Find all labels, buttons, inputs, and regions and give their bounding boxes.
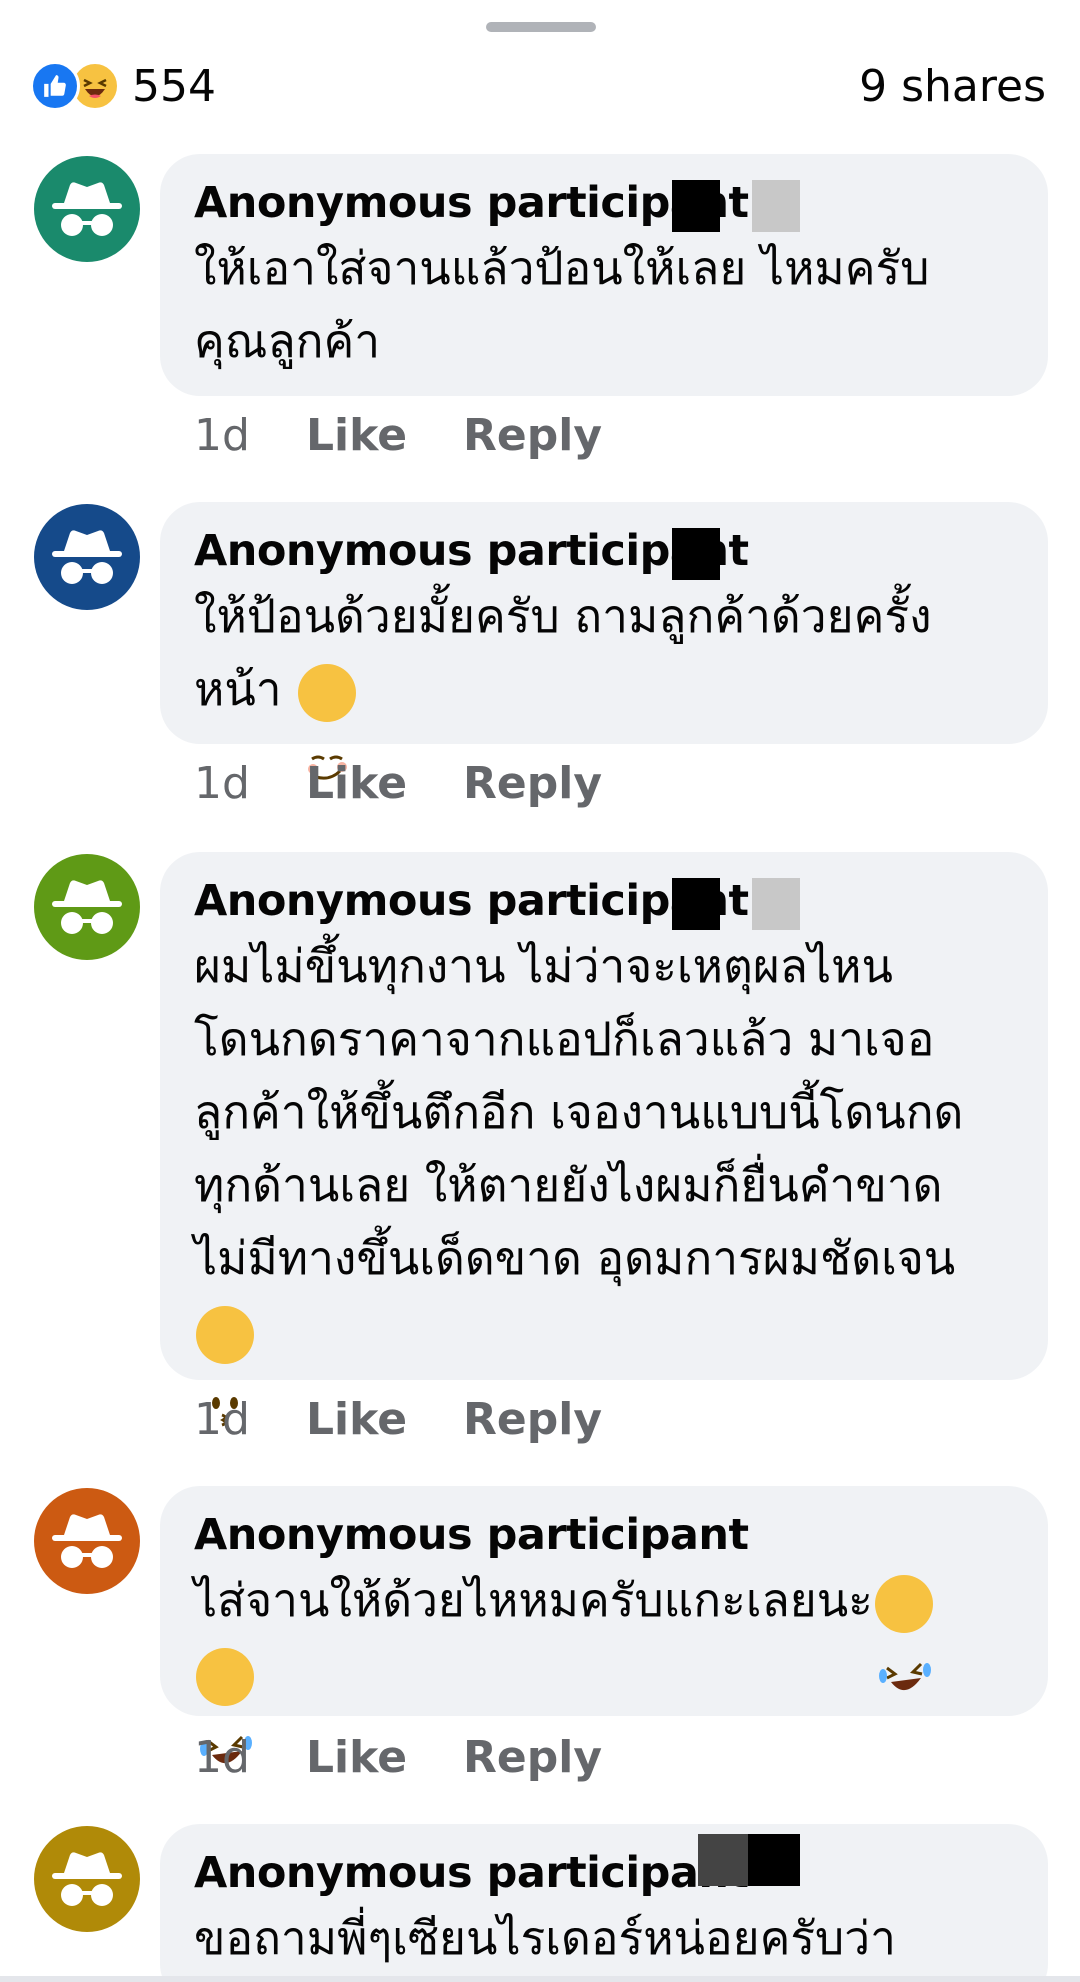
comment-actions: 1d Like Reply bbox=[194, 410, 602, 461]
redaction bbox=[672, 528, 720, 580]
incognito-icon bbox=[52, 880, 122, 934]
reaction-icons bbox=[30, 61, 120, 111]
redaction bbox=[672, 878, 720, 930]
like-icon bbox=[30, 61, 80, 111]
comment-author[interactable]: Anonymous participant bbox=[194, 872, 749, 930]
comment-text: ให้เอาใส่จานแล้วป้อนให้เลย ไหมครับ คุณลู… bbox=[194, 241, 930, 368]
comment-actions: 1d Like Reply bbox=[194, 758, 602, 809]
comment-time[interactable]: 1d bbox=[194, 758, 304, 809]
comment-author[interactable]: Anonymous participant bbox=[194, 174, 749, 232]
bottom-edge bbox=[0, 1976, 1080, 1982]
reactions-summary: 554 9 shares bbox=[30, 56, 1046, 116]
smirk-emoji bbox=[298, 663, 357, 780]
comment-text: ไส่จานให้ด้วยไหหมครับแกะเลยนะ bbox=[194, 1564, 1014, 1763]
rofl-emoji bbox=[874, 1574, 933, 1690]
comment-text: ให้ป้อนด้วยมั้ยครับ ถามลูกค้าด้วยครั้ง ห… bbox=[194, 580, 1014, 780]
reply-button[interactable]: Reply bbox=[463, 410, 602, 461]
like-button[interactable]: Like bbox=[306, 758, 407, 809]
comment-actions: 1d Like Reply bbox=[194, 1394, 602, 1445]
like-button[interactable]: Like bbox=[306, 1732, 407, 1783]
like-button[interactable]: Like bbox=[306, 1394, 407, 1445]
redaction bbox=[698, 1834, 748, 1886]
incognito-icon bbox=[52, 1514, 122, 1568]
reactions-button[interactable]: 554 bbox=[30, 61, 216, 112]
comment-author[interactable]: Anonymous participant bbox=[194, 1844, 749, 1902]
avatar[interactable] bbox=[34, 1488, 140, 1594]
comment-author[interactable]: Anonymous participant bbox=[194, 522, 749, 580]
reply-button[interactable]: Reply bbox=[463, 1394, 602, 1445]
comments-sheet: 554 9 shares Anonymous participant ให้เอ… bbox=[0, 0, 1080, 1982]
avatar[interactable] bbox=[34, 156, 140, 262]
comment-time[interactable]: 1d bbox=[194, 410, 304, 461]
incognito-icon bbox=[52, 1852, 122, 1906]
comment-text-body: ผมไม่ขึ้นทุกงาน ไม่ว่าจะเหตุผลไหน โดนกดร… bbox=[194, 939, 964, 1285]
redaction bbox=[752, 180, 800, 232]
avatar[interactable] bbox=[34, 854, 140, 960]
sheet-drag-handle[interactable] bbox=[486, 22, 596, 32]
incognito-icon bbox=[52, 530, 122, 584]
like-button[interactable]: Like bbox=[306, 410, 407, 461]
reaction-count: 554 bbox=[132, 60, 216, 112]
comment-text: ผมไม่ขึ้นทุกงาน ไม่ว่าจะเหตุผลไหน โดนกดร… bbox=[194, 930, 1014, 1426]
redaction bbox=[748, 1834, 800, 1886]
comment-time[interactable]: 1d bbox=[194, 1732, 304, 1783]
reply-button[interactable]: Reply bbox=[463, 1732, 602, 1783]
redaction bbox=[672, 180, 720, 232]
comment-actions: 1d Like Reply bbox=[194, 1732, 602, 1783]
incognito-icon bbox=[52, 182, 122, 236]
comment-text: ขอถามพี่ๆเซียนไรเดอร์หน่อยครับว่า bbox=[194, 1911, 896, 1965]
comment-bubble[interactable]: Anonymous participant ขอถามพี่ๆเซียนไรเด… bbox=[160, 1824, 1048, 1982]
comment-text-body: ไส่จานให้ด้วยไหหมครับแกะเลยนะ bbox=[194, 1573, 873, 1627]
avatar[interactable] bbox=[34, 504, 140, 610]
comment-bubble[interactable]: Anonymous participant ให้เอาใส่จานแล้วป้… bbox=[160, 154, 1048, 396]
reply-button[interactable]: Reply bbox=[463, 758, 602, 809]
redaction bbox=[752, 878, 800, 930]
comment-bubble[interactable]: Anonymous participant ให้ป้อนด้วยมั้ยครั… bbox=[160, 502, 1048, 780]
comment-bubble[interactable]: Anonymous participant ไส่จานให้ด้วยไหหมค… bbox=[160, 1486, 1048, 1763]
avatar[interactable] bbox=[34, 1826, 140, 1932]
rofl-emoji bbox=[196, 1647, 254, 1763]
shares-count[interactable]: 9 shares bbox=[859, 61, 1046, 112]
comment-time[interactable]: 1d bbox=[194, 1394, 304, 1445]
comment-bubble[interactable]: Anonymous participant ผมไม่ขึ้นทุกงาน ไม… bbox=[160, 852, 1048, 1426]
comment-author[interactable]: Anonymous participant bbox=[194, 1506, 749, 1564]
kissing-emoji bbox=[196, 1305, 254, 1426]
